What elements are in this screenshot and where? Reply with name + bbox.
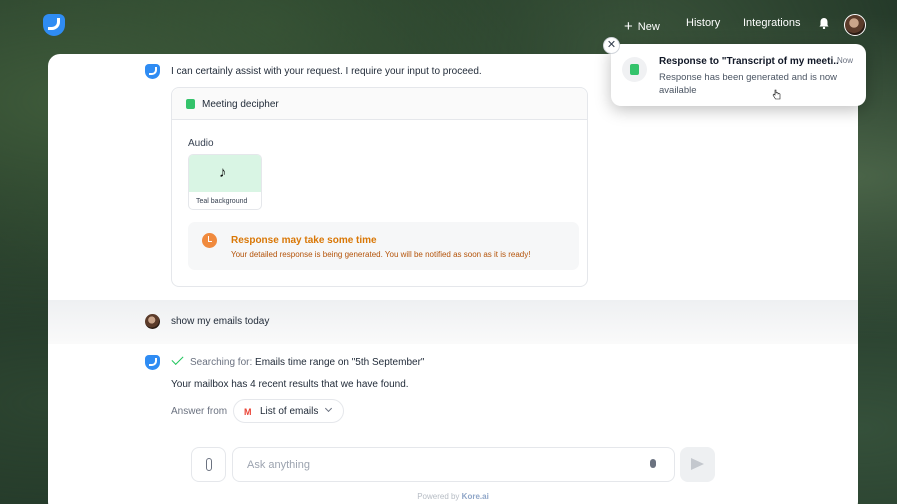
user-avatar[interactable] — [844, 14, 866, 36]
send-icon — [691, 458, 704, 470]
powered-brand[interactable]: Kore.ai — [462, 492, 489, 501]
notice-body: Your detailed response is being generate… — [231, 250, 531, 259]
card-title: Meeting decipher — [202, 99, 279, 110]
search-prefix: Searching for: — [190, 357, 253, 368]
new-label: New — [637, 21, 660, 33]
paperclip-icon — [206, 458, 212, 471]
microphone-icon[interactable] — [650, 459, 656, 468]
audio-file-tile[interactable]: ♪ Teal background — [188, 154, 262, 210]
audio-thumbnail: ♪ — [189, 155, 261, 192]
chat-input[interactable] — [232, 447, 675, 482]
new-button[interactable]: + New — [624, 17, 660, 35]
powered-prefix: Powered by — [417, 492, 460, 501]
plus-icon: + — [624, 18, 633, 35]
clock-icon — [202, 233, 217, 248]
toast-icon-container — [622, 57, 647, 82]
attach-button[interactable] — [191, 447, 226, 482]
document-icon — [630, 64, 639, 75]
gmail-icon: M — [244, 407, 252, 417]
document-icon — [186, 99, 195, 109]
bell-icon[interactable] — [818, 17, 830, 29]
toast-time: Now — [837, 56, 854, 65]
source-label: List of emails — [260, 406, 319, 417]
bot-avatar-icon — [145, 64, 160, 79]
notification-toast[interactable]: Response to "Transcript of my meeti.. No… — [611, 44, 866, 106]
audio-file-name: Teal background — [196, 198, 248, 205]
search-result-text: Your mailbox has 4 recent results that w… — [171, 379, 409, 390]
user-message: show my emails today — [171, 316, 270, 327]
powered-by: Powered by Kore.ai — [48, 492, 858, 501]
meeting-decipher-card: Meeting decipher Audio ♪ Teal background… — [171, 87, 588, 287]
hand-cursor-icon — [772, 89, 781, 100]
integrations-link[interactable]: Integrations — [743, 17, 800, 29]
source-dropdown[interactable]: M List of emails — [233, 399, 344, 423]
answer-from-label: Answer from — [171, 406, 228, 417]
top-bar: + New History Integrations — [0, 0, 897, 50]
search-query: Emails time range on "5th September" — [255, 357, 425, 368]
check-icon — [171, 352, 184, 366]
bot-message: I can certainly assist with your request… — [171, 66, 482, 77]
toast-body: Response has been generated and is now a… — [659, 72, 837, 96]
card-header: Meeting decipher — [172, 88, 587, 120]
response-time-notice: Response may take some time Your detaile… — [188, 222, 579, 270]
toast-title: Response to "Transcript of my meeti.. — [659, 56, 839, 67]
user-message-avatar — [145, 314, 160, 329]
audio-label: Audio — [188, 138, 214, 149]
history-link[interactable]: History — [686, 17, 720, 29]
music-note-icon: ♪ — [219, 164, 227, 181]
send-button[interactable] — [680, 447, 715, 482]
chat-panel: I can certainly assist with your request… — [48, 54, 858, 504]
bot-avatar-icon — [145, 355, 160, 370]
chevron-down-icon — [324, 404, 333, 413]
user-message-row — [48, 300, 858, 344]
close-icon[interactable]: ✕ — [603, 37, 620, 54]
notice-title: Response may take some time — [231, 235, 377, 246]
app-logo[interactable] — [43, 14, 65, 36]
search-status: Searching for: Emails time range on "5th… — [190, 357, 424, 368]
